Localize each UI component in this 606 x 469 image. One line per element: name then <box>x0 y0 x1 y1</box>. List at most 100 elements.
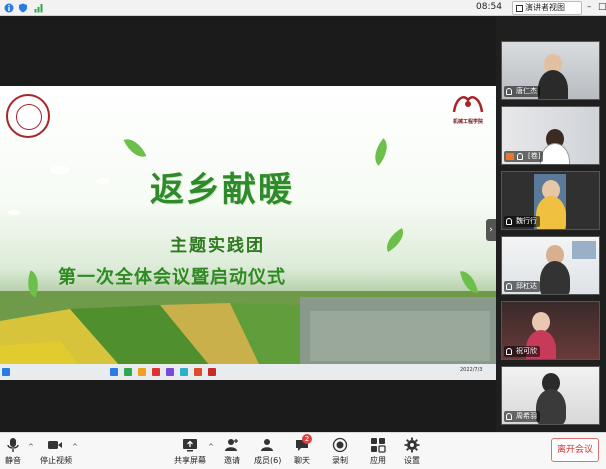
participant-name-tag: 邱杠达 <box>504 281 540 292</box>
invite-label: 邀请 <box>224 456 240 465</box>
participant-name: 祝可欣 <box>516 347 537 355</box>
leaf-decoration <box>123 134 147 162</box>
members-button[interactable]: 成员(6) <box>254 437 282 467</box>
add-person-icon <box>225 439 238 451</box>
mute-label: 静音 <box>5 456 21 465</box>
maximize-icon[interactable]: □ <box>598 2 606 13</box>
record-label: 录制 <box>332 456 348 465</box>
invite-button[interactable]: 邀请 <box>222 437 242 467</box>
participant-tile[interactable]: 周希羽 <box>501 366 600 425</box>
dove-decoration <box>8 210 20 215</box>
speaker-view-label: 演讲者视图 <box>525 3 565 12</box>
info-icon[interactable] <box>4 3 14 13</box>
speaker-view-button[interactable]: 演讲者视图 <box>512 1 582 15</box>
share-indicator-icon <box>506 153 514 160</box>
signal-strength-icon[interactable] <box>34 3 44 13</box>
university-logo <box>6 94 50 138</box>
slide-event-title: 第一次全体会议暨启动仪式 <box>58 267 286 288</box>
window-background <box>572 241 596 259</box>
participant-name-tag: [卷] <box>504 151 544 162</box>
participant-tile[interactable]: 魏行行 <box>501 171 600 230</box>
top-status-bar: 08:54 演讲者视图 – □ <box>0 0 606 16</box>
participant-tile[interactable]: 邱杠达 <box>501 236 600 295</box>
taskbar-app-icon <box>138 368 146 376</box>
participant-face <box>532 312 550 332</box>
chat-button[interactable]: 2 聊天 <box>292 434 312 467</box>
taskbar-app-icon <box>110 368 118 376</box>
school-logo <box>452 96 484 113</box>
participant-tile[interactable]: 祝可欣 <box>501 301 600 360</box>
mic-icon <box>506 413 512 420</box>
members-label: 成员(6) <box>254 456 282 465</box>
participant-panel: 唐仁杰 [卷] 魏行行 邱杠达 祝可欣 周希羽 <box>498 35 606 430</box>
participant-name: 周希羽 <box>516 412 537 420</box>
grid-icon <box>516 5 523 12</box>
taskbar-app-icon <box>124 368 132 376</box>
taskbar-app-icon <box>194 368 202 376</box>
chat-unread-badge: 2 <box>302 434 312 444</box>
video-camera-icon <box>48 441 62 449</box>
stop-video-label: 停止视频 <box>40 456 72 465</box>
mic-icon <box>517 153 523 160</box>
shared-screen: 机械工程学院 返乡献暖 主题实践团 第一次全体会议暨启动仪式 2022/7/3 <box>0 17 496 432</box>
participant-name: 魏行行 <box>516 217 537 225</box>
taskbar-clock: 2022/7/3 <box>460 367 483 373</box>
record-icon <box>332 437 348 453</box>
participant-body <box>538 70 568 99</box>
participant-body <box>540 261 570 294</box>
dove-decoration <box>96 178 110 184</box>
apps-button[interactable]: 应用 <box>368 437 388 467</box>
mic-icon <box>506 218 512 225</box>
shared-slide: 机械工程学院 返乡献暖 主题实践团 第一次全体会议暨启动仪式 <box>0 86 496 380</box>
audio-options-caret[interactable]: ^ <box>28 443 34 451</box>
leave-meeting-button[interactable]: 离开会议 <box>551 438 599 462</box>
participant-tile[interactable]: 唐仁杰 <box>501 41 600 100</box>
clock-time: 08:54 <box>476 2 502 12</box>
slide-subtitle: 主题实践团 <box>170 236 265 256</box>
taskbar-app-icon <box>180 368 188 376</box>
apps-grid-icon <box>371 438 386 453</box>
mic-icon <box>506 88 512 95</box>
microphone-icon <box>7 438 19 452</box>
share-screen-label: 共享屏幕 <box>174 456 206 465</box>
members-icon <box>261 439 273 451</box>
participant-name-tag: 唐仁杰 <box>504 86 540 97</box>
leaf-decoration <box>367 138 395 166</box>
taskbar-app-icon <box>152 368 160 376</box>
shield-icon[interactable] <box>18 3 28 13</box>
dove-decoration <box>50 166 70 174</box>
settings-button[interactable]: 设置 <box>402 437 422 467</box>
video-options-caret[interactable]: ^ <box>72 443 78 451</box>
settings-label: 设置 <box>404 456 420 465</box>
taskbar-app-icon <box>166 368 174 376</box>
participant-body <box>536 196 566 229</box>
windows-start-icon <box>2 368 10 376</box>
leaf-decoration <box>381 227 409 253</box>
minimize-icon[interactable]: – <box>587 2 592 13</box>
school-name: 机械工程学院 <box>452 119 483 125</box>
mic-icon <box>506 348 512 355</box>
gear-icon <box>404 437 420 453</box>
participant-body <box>536 389 566 424</box>
record-button[interactable]: 录制 <box>330 437 350 467</box>
participant-name: [卷] <box>528 152 541 160</box>
mute-button[interactable]: 静音 <box>2 437 24 467</box>
participant-tile[interactable]: [卷] <box>501 106 600 165</box>
slide-title: 返乡献暖 <box>150 170 294 210</box>
meeting-window: 08:54 演讲者视图 – □ 机械工程学院 返乡献暖 主题实践团 第一次全体会… <box>0 0 606 469</box>
chat-label: 聊天 <box>294 456 310 465</box>
participant-name: 唐仁杰 <box>516 87 537 95</box>
share-screen-icon <box>183 439 197 452</box>
meeting-toolbar: 静音 ^ 停止视频 ^ 共享屏幕 ^ 邀请 成员(6) 2 聊天 录制 应用 设… <box>0 432 606 469</box>
collapse-panel-button[interactable]: › <box>486 219 496 241</box>
stop-video-button[interactable]: 停止视频 <box>40 437 72 467</box>
share-screen-button[interactable]: 共享屏幕 <box>174 437 206 467</box>
participant-name-tag: 魏行行 <box>504 216 540 227</box>
farmland-image <box>0 291 496 366</box>
participant-name: 邱杠达 <box>516 282 537 290</box>
share-options-caret[interactable]: ^ <box>208 443 214 451</box>
participant-name-tag: 祝可欣 <box>504 346 540 357</box>
participant-name-tag: 周希羽 <box>504 411 540 422</box>
taskbar-app-icon <box>208 368 216 376</box>
mic-icon <box>506 283 512 290</box>
